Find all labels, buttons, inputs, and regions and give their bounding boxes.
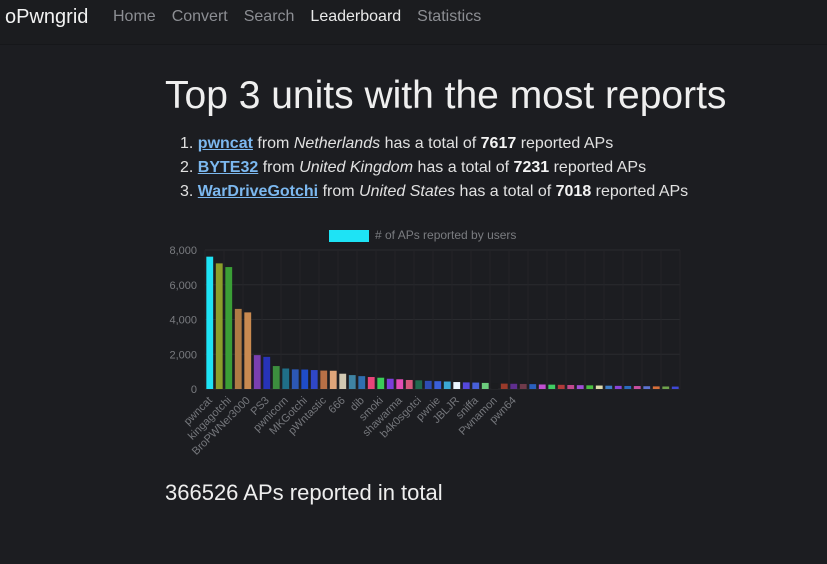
chart-bar[interactable] xyxy=(320,370,328,389)
chart-bar[interactable] xyxy=(244,312,252,389)
nav-link-leaderboard[interactable]: Leaderboard xyxy=(310,8,401,26)
chart-bar[interactable] xyxy=(462,382,470,389)
chart-bar[interactable] xyxy=(405,379,413,389)
y-tick-label: 0 xyxy=(191,384,197,396)
chart-bar[interactable] xyxy=(500,383,508,389)
chart-bar[interactable] xyxy=(548,384,556,389)
chart-bar[interactable] xyxy=(386,378,394,389)
chart-bar[interactable] xyxy=(519,383,527,389)
top-units-list: 1. pwncat from Netherlands has a total o… xyxy=(180,133,688,205)
chart-bar[interactable] xyxy=(652,386,660,389)
y-tick-label: 2,000 xyxy=(169,349,197,361)
chart-bar[interactable] xyxy=(291,369,299,389)
chart-bar[interactable] xyxy=(529,384,537,389)
page-title: Top 3 units with the most reports xyxy=(165,74,727,117)
chart-bar[interactable] xyxy=(415,380,423,389)
chart-bar[interactable] xyxy=(576,385,584,389)
chart-bar[interactable] xyxy=(367,377,375,389)
x-axis-ticks: pwncatkingagotchiBroPWNer3000PS3pwnicorn… xyxy=(182,394,519,458)
chart-legend[interactable]: # of APs reported by users xyxy=(329,228,516,242)
top-unit-item: 2. BYTE32 from United Kingdom has a tota… xyxy=(180,159,647,176)
chart-bar[interactable] xyxy=(396,379,404,389)
y-axis-ticks: 0 2,000 4,000 6,000 8,000 xyxy=(169,245,197,396)
nav-link-search[interactable]: Search xyxy=(244,8,295,26)
nav-links: Home Convert Search Leaderboard Statisti… xyxy=(113,8,497,26)
chart-bar[interactable] xyxy=(510,383,518,389)
x-tick-label: 666 xyxy=(326,395,347,416)
chart-bar[interactable] xyxy=(339,373,347,389)
y-tick-label: 6,000 xyxy=(169,280,197,292)
chart-svg: # of APs reported by users 0 2,000 4,000 6,… xyxy=(169,228,681,458)
chart-bar[interactable] xyxy=(481,382,489,389)
chart-bar[interactable] xyxy=(633,386,641,389)
unit-country: United States xyxy=(359,183,456,200)
chart-bar[interactable] xyxy=(358,376,366,389)
chart-bar[interactable] xyxy=(348,375,356,389)
chart-bar[interactable] xyxy=(443,381,451,389)
chart-bar[interactable] xyxy=(605,385,613,389)
chart-bar[interactable] xyxy=(671,386,679,389)
chart-bar[interactable] xyxy=(557,384,565,389)
chart-bar[interactable] xyxy=(491,383,499,389)
chart-bar[interactable] xyxy=(234,308,242,389)
nav-link-home[interactable]: Home xyxy=(113,8,156,26)
chart-bar[interactable] xyxy=(310,370,318,389)
chart-bar[interactable] xyxy=(301,369,309,389)
chart-bar[interactable] xyxy=(272,366,280,389)
chart-bar[interactable] xyxy=(263,356,271,389)
unit-total: 7231 xyxy=(513,159,550,176)
chart-bar[interactable] xyxy=(586,385,594,389)
brand-logo[interactable]: oPwngrid xyxy=(5,6,88,29)
chart-bar[interactable] xyxy=(662,386,670,389)
navbar: oPwngrid Home Convert Search Leaderboard… xyxy=(0,0,827,45)
reports-bar-chart: # of APs reported by users 0 2,000 4,000 6,… xyxy=(160,222,700,477)
chart-bar[interactable] xyxy=(206,256,214,389)
chart-bar[interactable] xyxy=(643,386,651,389)
total-reports: 366526 APs reported in total xyxy=(165,480,443,505)
unit-link-byte32[interactable]: BYTE32 xyxy=(198,159,258,176)
legend-swatch xyxy=(329,230,369,242)
chart-bar[interactable] xyxy=(472,382,480,389)
unit-country: United Kingdom xyxy=(299,159,414,176)
chart-bar[interactable] xyxy=(225,267,233,389)
y-tick-label: 8,000 xyxy=(169,245,197,257)
unit-total: 7617 xyxy=(480,135,517,152)
chart-bar[interactable] xyxy=(282,368,290,389)
chart-bar[interactable] xyxy=(377,377,385,389)
chart-bar[interactable] xyxy=(453,382,461,389)
unit-country: Netherlands xyxy=(293,135,381,152)
chart-bar[interactable] xyxy=(215,263,223,389)
chart-bar[interactable] xyxy=(614,385,622,389)
chart-bar[interactable] xyxy=(624,385,632,389)
nav-link-convert[interactable]: Convert xyxy=(172,8,228,26)
top-unit-item: 1. pwncat from Netherlands has a total o… xyxy=(180,135,614,152)
y-tick-label: 4,000 xyxy=(169,315,197,327)
unit-total: 7018 xyxy=(555,183,592,200)
unit-link-wardrivegotchi[interactable]: WarDriveGotchi xyxy=(198,183,318,200)
chart-bar[interactable] xyxy=(567,385,575,389)
chart-bar[interactable] xyxy=(424,380,432,389)
nav-link-statistics[interactable]: Statistics xyxy=(417,8,481,26)
legend-label: # of APs reported by users xyxy=(375,228,516,242)
chart-bar[interactable] xyxy=(329,370,337,389)
chart-bar[interactable] xyxy=(595,385,603,389)
top-unit-item: 3. WarDriveGotchi from United States has… xyxy=(180,183,689,200)
chart-bar[interactable] xyxy=(538,384,546,389)
unit-link-pwncat[interactable]: pwncat xyxy=(198,135,253,152)
chart-bar[interactable] xyxy=(253,355,261,389)
chart-bar[interactable] xyxy=(434,381,442,389)
chart-bars xyxy=(206,256,679,389)
